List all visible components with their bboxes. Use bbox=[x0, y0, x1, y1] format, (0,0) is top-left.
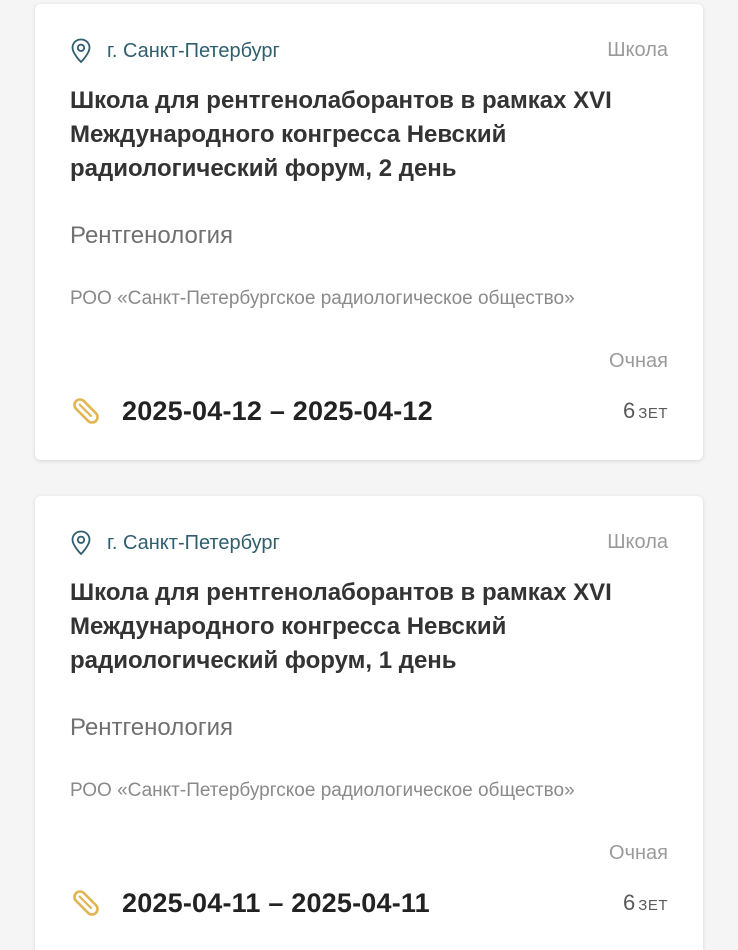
organization: РОО «Санкт-Петербургское радиологическое… bbox=[70, 288, 575, 309]
course-title[interactable]: Школа для рентгенолаборантов в рамках XV… bbox=[70, 84, 660, 186]
course-title[interactable]: Школа для рентгенолаборантов в рамках XV… bbox=[70, 576, 660, 678]
study-format: Очная bbox=[609, 350, 668, 372]
specialty: Рентгенология bbox=[70, 714, 233, 741]
credits-value: 6 bbox=[623, 890, 636, 915]
location-pin-icon bbox=[69, 37, 93, 65]
location: г. Санкт-Петербург bbox=[69, 529, 280, 557]
event-type: Школа bbox=[607, 531, 668, 553]
specialty: Рентгенология bbox=[70, 222, 233, 249]
location-label: г. Санкт-Петербург bbox=[107, 39, 280, 62]
course-dates-row: 2025-04-12 – 2025-04-12 6 ЗЕТ bbox=[70, 391, 668, 431]
paperclip-icon bbox=[70, 394, 102, 428]
credits: 6 ЗЕТ bbox=[623, 398, 668, 424]
credits: 6 ЗЕТ bbox=[623, 890, 668, 916]
credits-value: 6 bbox=[623, 398, 636, 423]
date-range: 2025-04-11 – 2025-04-11 bbox=[122, 887, 430, 918]
study-format: Очная bbox=[609, 842, 668, 864]
credits-unit: ЗЕТ bbox=[638, 405, 668, 422]
course-list: г. Санкт-Петербург Школа Школа для рентг… bbox=[0, 0, 738, 950]
course-dates-row: 2025-04-11 – 2025-04-11 6 ЗЕТ bbox=[70, 883, 668, 923]
location-label: г. Санкт-Петербург bbox=[107, 531, 280, 554]
location-pin-icon bbox=[69, 529, 93, 557]
location: г. Санкт-Петербург bbox=[69, 37, 280, 65]
event-type: Школа bbox=[607, 39, 668, 61]
credits-unit: ЗЕТ bbox=[638, 897, 668, 914]
course-card[interactable]: г. Санкт-Петербург Школа Школа для рентг… bbox=[35, 4, 703, 460]
organization: РОО «Санкт-Петербургское радиологическое… bbox=[70, 780, 575, 801]
course-card[interactable]: г. Санкт-Петербург Школа Школа для рентг… bbox=[35, 496, 703, 950]
paperclip-icon bbox=[70, 886, 102, 920]
date-range: 2025-04-12 – 2025-04-12 bbox=[122, 395, 433, 426]
